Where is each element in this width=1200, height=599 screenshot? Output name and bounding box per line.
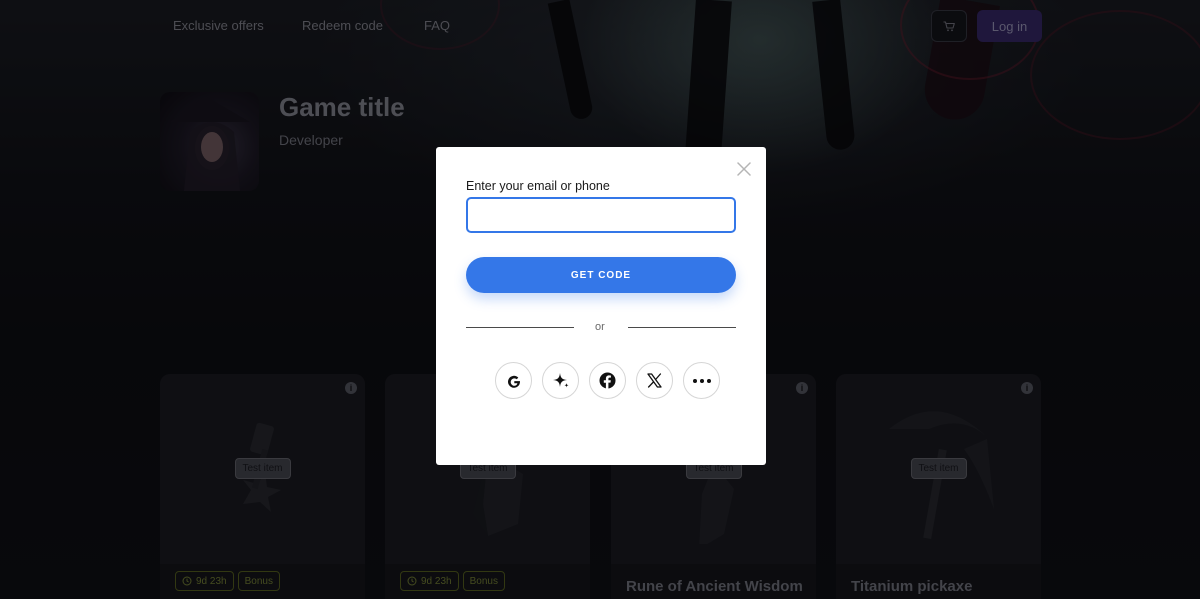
social-login-row [495,362,720,399]
close-icon [737,162,751,176]
facebook-icon [599,372,616,389]
close-button[interactable] [735,160,753,178]
x-icon [647,373,662,388]
login-modal: Enter your email or phone GET CODE or [436,147,766,465]
email-phone-input[interactable] [466,197,736,233]
divider-or-text: or [595,321,605,333]
more-options-button[interactable] [683,362,720,399]
divider-line-left [466,327,574,328]
google-login-button[interactable] [495,362,532,399]
email-field-label: Enter your email or phone [466,179,610,193]
get-code-button[interactable]: GET CODE [466,257,736,293]
sparkle-icon [552,372,569,388]
facebook-login-button[interactable] [589,362,626,399]
ai-login-button[interactable] [542,362,579,399]
x-login-button[interactable] [636,362,673,399]
more-icon [692,378,711,383]
google-icon [507,375,520,388]
divider-line-right [628,327,736,328]
